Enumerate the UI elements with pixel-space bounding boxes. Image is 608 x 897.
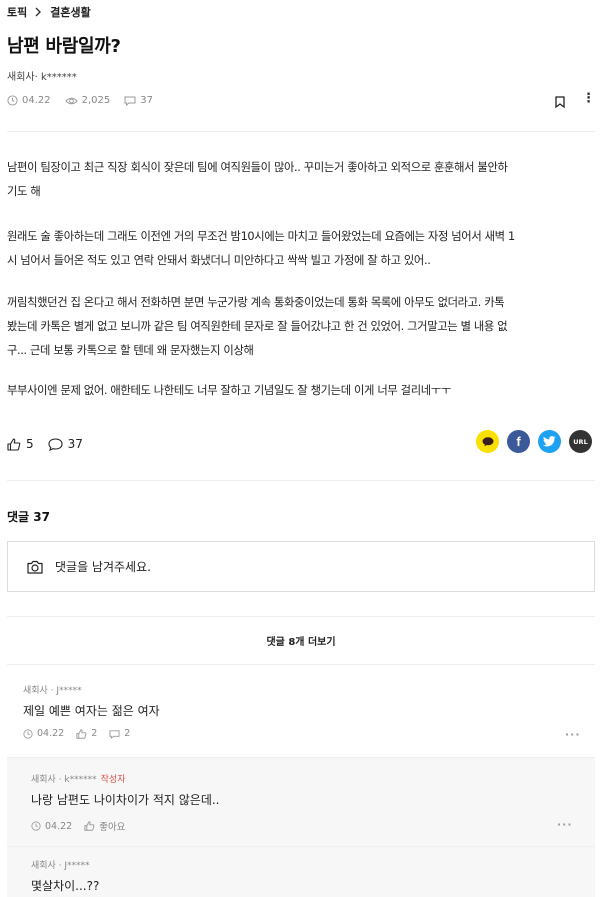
comment-author[interactable]: 새회사 · J*****: [23, 683, 82, 696]
bookmark-icon[interactable]: [555, 96, 565, 108]
reply-date: 04.22: [31, 821, 72, 832]
reply-text: 나랑 남편도 나이차이가 적지 않은데..: [31, 793, 220, 807]
comment-meta: 04.22 2 2: [23, 728, 142, 739]
author-badge: 작성자: [100, 775, 126, 785]
post-paragraph-1: 남편이 팀장이고 최근 직장 회식이 잦은데 팀에 여직원들이 많아.. 꾸미는…: [7, 161, 508, 198]
post-paragraph-3: 꺼림칙했던건 집 온다고 해서 전화하면 분면 누군가랑 계속 통화중이었는데 …: [7, 296, 508, 357]
chevron-right-icon: [35, 7, 42, 17]
thumbs-up-icon: [84, 821, 99, 831]
more-options-icon[interactable]: ⋮: [582, 91, 595, 106]
comment-like-button[interactable]: 2: [76, 728, 97, 739]
divider: [7, 616, 595, 617]
post-paragraph-2: 원래도 술 좋아하는데 그래도 이전엔 거의 무조건 밤10시에는 마치고 들어…: [7, 230, 515, 267]
breadcrumb-root[interactable]: 토픽: [7, 4, 27, 20]
kakao-share-button[interactable]: [476, 430, 499, 453]
breadcrumb: 토픽 결혼생활: [7, 4, 91, 20]
reply-author[interactable]: 새회사 · J*****: [31, 858, 90, 871]
comment-more-icon[interactable]: ···: [565, 728, 581, 741]
load-more-comments-button[interactable]: 댓글 8개 더보기: [0, 633, 602, 648]
reply-item: 새회사 · J***** 몇살차이...??: [7, 847, 595, 897]
twitter-share-button[interactable]: [538, 430, 561, 453]
reply-author[interactable]: 새회사 · k****** 작성자: [31, 772, 125, 785]
comment-button[interactable]: 37: [48, 437, 83, 451]
post-comments: 37: [124, 95, 153, 106]
reply-text: 몇살차이...??: [31, 879, 100, 893]
comment-input[interactable]: 댓글을 남겨주세요.: [7, 541, 595, 592]
twitter-bird-icon: [543, 436, 556, 447]
comments-heading: 댓글 37: [7, 510, 50, 524]
camera-icon[interactable]: [27, 560, 55, 574]
post-date: 04.22: [7, 95, 51, 106]
reply-item: 새회사 · k****** 작성자 나랑 남편도 나이차이가 적지 않은데.. 0…: [7, 758, 595, 846]
url-share-button[interactable]: URL: [569, 430, 592, 453]
breadcrumb-category[interactable]: 결혼생활: [50, 4, 90, 20]
divider: [7, 131, 595, 132]
comment-reply-button[interactable]: 2: [109, 728, 130, 739]
reply-meta: 04.22 좋아요: [31, 819, 137, 833]
page-title: 남편 바람일까?: [7, 36, 121, 57]
thumbs-up-icon: [76, 728, 91, 739]
speech-bubble-icon: [109, 729, 124, 739]
like-button[interactable]: 5: [7, 437, 34, 451]
speech-bubble-icon: [48, 437, 68, 451]
reply-like-button[interactable]: 좋아요: [84, 819, 125, 833]
clock-icon: [7, 95, 22, 106]
post-author[interactable]: 새회사· k******: [7, 68, 77, 83]
facebook-share-button[interactable]: f: [507, 430, 530, 453]
post-meta: 04.22 2,025 37: [7, 95, 167, 106]
clock-icon: [31, 821, 45, 831]
clock-icon: [23, 728, 37, 739]
share-buttons: f URL: [476, 430, 592, 453]
speech-bubble-icon: [124, 95, 140, 106]
kakao-icon: [482, 436, 494, 447]
reply-more-icon[interactable]: ···: [557, 818, 573, 831]
comment-text: 제일 예쁜 여자는 젊은 여자: [23, 704, 160, 718]
post-views: 2,025: [64, 95, 110, 106]
comment-date: 04.22: [23, 728, 64, 739]
post-paragraph-4: 부부사이엔 문제 없어. 애한테도 나한테도 너무 잘하고 기념일도 잘 챙기는…: [7, 384, 451, 397]
comment-placeholder: 댓글을 남겨주세요.: [55, 560, 151, 574]
eye-icon: [64, 96, 82, 106]
post-actions: 5 37: [7, 437, 97, 451]
divider: [7, 480, 595, 481]
comment-item: 새회사 · J***** 제일 예쁜 여자는 젊은 여자 04.22 2 2 ·…: [7, 665, 595, 757]
thumbs-up-icon: [7, 437, 26, 451]
